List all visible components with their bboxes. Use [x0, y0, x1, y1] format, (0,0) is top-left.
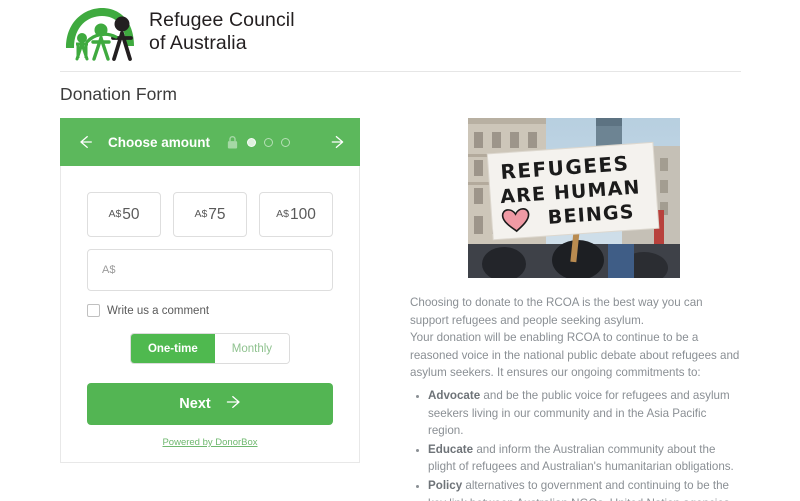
amount-option-100[interactable]: A$ 100	[259, 192, 333, 237]
donation-description: Choosing to donate to the RCOA is the be…	[410, 294, 743, 382]
step-dot-3[interactable]	[281, 137, 291, 147]
custom-amount-placeholder: A$	[102, 264, 116, 276]
frequency-option-monthly[interactable]: Monthly	[214, 334, 290, 363]
step-dot-2[interactable]	[264, 137, 274, 147]
brand-name-line2: of Australia	[149, 32, 247, 54]
frequency-toggle: One-time Monthly	[129, 333, 291, 364]
description-paragraph-2: Your donation will be enabling RCOA to c…	[410, 331, 740, 380]
donation-form-body: A$ 50 A$ 75 A$ 100 A$ Write us a comment On…	[60, 166, 360, 463]
amount-value: 75	[208, 205, 226, 223]
comment-checkbox-label: Write us a comment	[107, 304, 210, 317]
brand-name: Refugee Council of Australia	[149, 9, 295, 55]
list-item: Policy alternatives to government and co…	[428, 477, 743, 501]
powered-by-link[interactable]: Powered by DonorBox	[87, 437, 333, 448]
amount-value: 100	[289, 205, 316, 223]
amount-option-75[interactable]: A$ 75	[173, 192, 247, 237]
amount-option-50[interactable]: A$ 50	[87, 192, 161, 237]
donation-form-header: Choose amount	[60, 118, 360, 166]
amount-currency: A$	[276, 207, 289, 220]
next-button-label: Next	[179, 396, 211, 412]
custom-amount-field[interactable]: A$	[87, 249, 333, 291]
site-header: Refugee Council of Australia	[0, 0, 800, 72]
amount-currency: A$	[108, 207, 122, 220]
commitment-rest: alternatives to government and continuin…	[428, 478, 730, 501]
protest-photo: REFUGEES ARE HUMAN BEINGS	[468, 118, 680, 278]
step-indicator	[226, 135, 291, 150]
site-logo[interactable]: Refugee Council of Australia	[60, 2, 295, 62]
donation-page: Refugee Council of Australia Donation Fo…	[0, 0, 800, 501]
comment-checkbox-row[interactable]: Write us a comment	[87, 304, 333, 317]
comment-checkbox[interactable]	[87, 304, 100, 317]
lock-icon	[227, 135, 238, 149]
commitments-list: Advocate and be the public voice for ref…	[410, 387, 743, 501]
next-button[interactable]: Next	[87, 383, 333, 425]
arrow-right-icon[interactable]	[324, 131, 346, 153]
header-divider	[60, 71, 741, 72]
arrow-left-icon[interactable]	[74, 131, 96, 153]
list-item: Advocate and be the public voice for ref…	[428, 387, 743, 440]
commitment-lead: Policy	[428, 478, 463, 492]
preset-amount-row: A$ 50 A$ 75 A$ 100	[87, 192, 333, 237]
arrow-right-icon	[221, 394, 241, 414]
list-item: Educate and inform the Australian commun…	[428, 441, 743, 476]
frequency-option-one-time[interactable]: One-time	[130, 334, 215, 363]
description-paragraph-1: Choosing to donate to the RCOA is the be…	[410, 296, 703, 327]
protest-photo-image: REFUGEES ARE HUMAN BEINGS	[468, 118, 680, 278]
commitment-lead: Advocate	[428, 389, 481, 402]
commitment-lead: Educate	[428, 442, 474, 456]
brand-name-line1: Refugee Council	[149, 9, 295, 31]
amount-currency: A$	[194, 207, 208, 220]
frequency-toggle-wrap: One-time Monthly	[87, 333, 333, 364]
donation-step-title: Choose amount	[108, 134, 211, 150]
commitment-rest: and inform the Australian community abou…	[428, 442, 734, 474]
page-title: Donation Form	[60, 84, 178, 104]
amount-value: 50	[122, 205, 140, 223]
step-dot-1[interactable]	[247, 137, 257, 147]
refugee-council-logo-icon	[66, 8, 134, 61]
